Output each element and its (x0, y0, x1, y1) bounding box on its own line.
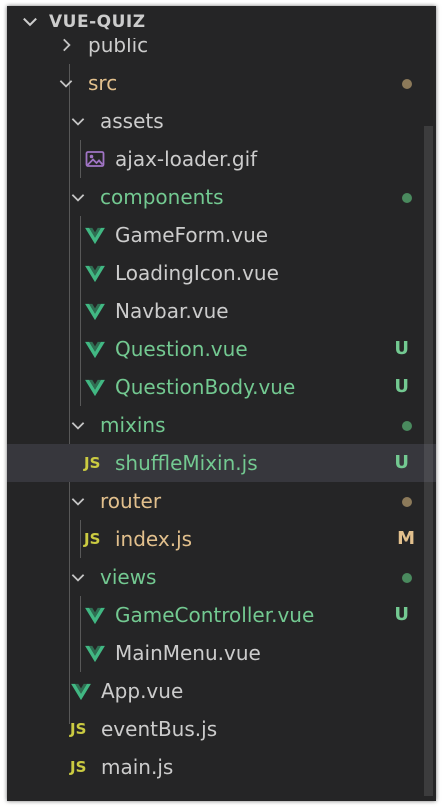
vue-file-icon (85, 645, 105, 663)
tree-item-gamecontroller-vue[interactable]: GameController.vue U (7, 596, 436, 634)
tree-item-label: views (100, 565, 157, 589)
tree-item-label: shuffleMixin.js (115, 451, 258, 475)
chevron-down-icon[interactable] (21, 13, 39, 31)
chevron-down-icon (71, 498, 85, 506)
tree-item-navbar-vue[interactable]: Navbar.vue (7, 292, 436, 330)
image-file-icon (85, 151, 105, 167)
vue-file-icon (85, 379, 105, 397)
tree-item-label: assets (100, 109, 164, 133)
chevron-down-icon (71, 118, 85, 126)
js-file-icon: JS (70, 720, 87, 738)
tree-item-label: LoadingIcon.vue (115, 261, 279, 285)
chevron-down-icon (71, 574, 85, 582)
git-status-badge: U (394, 376, 409, 397)
vue-file-icon (85, 341, 105, 359)
tree-item-label: MainMenu.vue (115, 641, 261, 665)
tree-item-index-js[interactable]: JS index.js M (7, 520, 436, 558)
tree-item-views[interactable]: views (7, 558, 436, 596)
chevron-down-icon (71, 194, 85, 202)
vue-file-icon (71, 683, 91, 701)
git-status-badge: M (397, 528, 415, 549)
tree-item-app-vue[interactable]: App.vue (7, 672, 436, 710)
untracked-dot-icon (402, 421, 412, 431)
js-file-icon: JS (84, 530, 101, 548)
tree-item-label: index.js (115, 527, 193, 551)
tree-item-loadingicon-vue[interactable]: LoadingIcon.vue (7, 254, 436, 292)
tree-item-label: main.js (101, 755, 174, 779)
tree-item-mainmenu-vue[interactable]: MainMenu.vue (7, 634, 436, 672)
tree-item-mixins[interactable]: mixins (7, 406, 436, 444)
tree-item-label: mixins (100, 413, 166, 437)
tree-item-label: GameController.vue (115, 603, 315, 627)
vue-file-icon (85, 227, 105, 245)
untracked-dot-icon (402, 193, 412, 203)
tree-item-assets[interactable]: assets (7, 102, 436, 140)
explorer-panel: public src assets ajax-loader.gif compon… (7, 6, 436, 801)
vue-file-icon (85, 607, 105, 625)
tree-item-router[interactable]: router (7, 482, 436, 520)
chevron-right-icon (63, 38, 71, 52)
tree-item-src[interactable]: src (7, 64, 436, 102)
tree-item-label: ajax-loader.gif (115, 147, 258, 171)
tree-item-gameform-vue[interactable]: GameForm.vue (7, 216, 436, 254)
tree-item-label: eventBus.js (101, 717, 218, 741)
tree-item-label: GameForm.vue (115, 223, 269, 247)
vue-file-icon (85, 303, 105, 321)
tree-item-eventbus-js[interactable]: JS eventBus.js (7, 710, 436, 748)
untracked-dot-icon (402, 573, 412, 583)
chevron-down-icon (59, 80, 73, 88)
modified-dot-icon (402, 79, 412, 89)
tree-item-label: Question.vue (115, 337, 248, 361)
tree-item-question-vue[interactable]: Question.vue U (7, 330, 436, 368)
tree-item-main-js[interactable]: JS main.js (7, 748, 436, 786)
js-file-icon: JS (84, 454, 101, 472)
git-status-badge: U (394, 338, 409, 359)
tree-item-label: src (88, 71, 118, 95)
js-file-icon: JS (70, 758, 87, 776)
tree-item-questionbody-vue[interactable]: QuestionBody.vue U (7, 368, 436, 406)
workspace-title: VUE-QUIZ (49, 12, 146, 32)
tree-item-shufflemixin-js[interactable]: JS shuffleMixin.js U (7, 444, 436, 482)
tree-item-components[interactable]: components (7, 178, 436, 216)
tree-item-label: QuestionBody.vue (115, 375, 296, 399)
tree-item-label: Navbar.vue (115, 299, 229, 323)
tree-item-label: components (100, 185, 224, 209)
git-status-badge: U (394, 604, 409, 625)
modified-dot-icon (402, 497, 412, 507)
tree-item-label: App.vue (101, 679, 184, 703)
tree-item-ajax-loader-gif[interactable]: ajax-loader.gif (7, 140, 436, 178)
git-status-badge: U (394, 452, 409, 473)
tree-item-label: router (100, 489, 162, 513)
vertical-scrollbar[interactable] (424, 126, 433, 796)
explorer-header[interactable]: VUE-QUIZ (7, 6, 436, 38)
vue-file-icon (85, 265, 105, 283)
chevron-down-icon (71, 422, 85, 430)
